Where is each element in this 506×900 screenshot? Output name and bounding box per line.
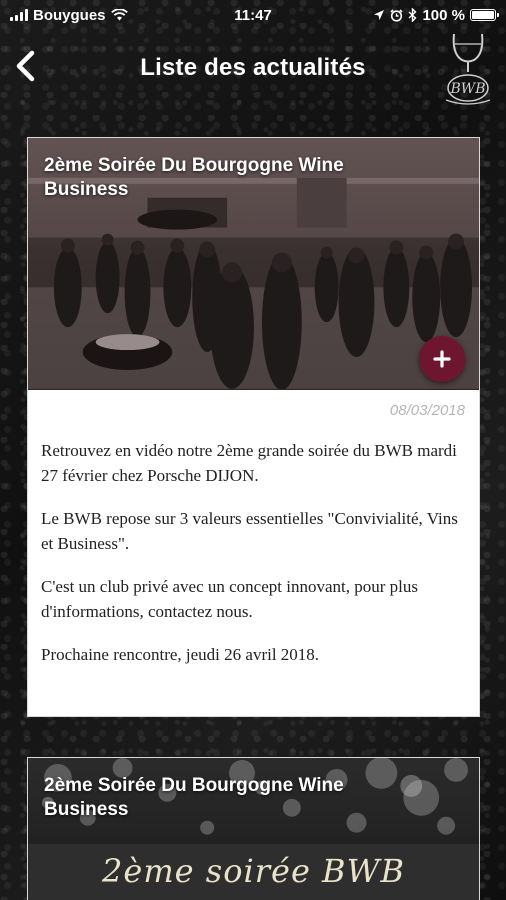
- banner-text: 2ème soirée BWB: [102, 852, 405, 890]
- bokeh-banner: 2ème soirée BWB 2ème Soirée Du Bourgogne…: [28, 758, 479, 900]
- article-title: 2ème Soirée Du Bourgogne Wine Business: [44, 775, 344, 820]
- article-date: 08/03/2018: [389, 402, 465, 419]
- article-body: Retrouvez en vidéo notre 2ème grande soi…: [41, 438, 471, 685]
- add-button[interactable]: [419, 336, 465, 382]
- wifi-icon: [110, 9, 128, 21]
- alarm-icon: [390, 8, 404, 22]
- status-right: 100 %: [373, 6, 499, 24]
- article-paragraph: Retrouvez en vidéo notre 2ème grande soi…: [41, 441, 457, 485]
- location-icon: [374, 10, 385, 20]
- battery-percent: 100 %: [422, 6, 465, 24]
- app-header: Liste des actualités BWB: [0, 30, 506, 110]
- battery-fill: [472, 11, 494, 19]
- status-bar: Bouygues 11:47 100 %: [0, 0, 506, 30]
- article-paragraph: Prochaine rencontre, jeudi 26 avril 2018…: [41, 645, 320, 664]
- news-card[interactable]: 2ème soirée BWB 2ème Soirée Du Bourgogne…: [27, 757, 480, 900]
- chevron-left-icon: [16, 50, 35, 82]
- plus-icon: [433, 350, 451, 368]
- signal-icon: [10, 9, 28, 21]
- page-title: Liste des actualités: [140, 54, 366, 81]
- article-title: 2ème Soirée Du Bourgogne Wine Business: [44, 155, 344, 200]
- carrier-name: Bouygues: [33, 6, 106, 24]
- article-paragraph: Le BWB repose sur 3 valeurs essentielles…: [41, 509, 458, 553]
- bwb-logo-icon: BWB: [445, 33, 491, 105]
- article-paragraph: C'est un club privé avec un concept inno…: [41, 577, 418, 621]
- battery-icon: [470, 9, 499, 21]
- bluetooth-icon: [408, 8, 417, 22]
- event-crowd-photo: 2ème Soirée Du Bourgogne Wine Business: [28, 138, 479, 390]
- logo-text: BWB: [450, 81, 486, 97]
- status-left: Bouygues: [10, 7, 128, 24]
- news-card[interactable]: 2ème Soirée Du Bourgogne Wine Business 0…: [27, 137, 480, 717]
- back-button[interactable]: [10, 48, 40, 84]
